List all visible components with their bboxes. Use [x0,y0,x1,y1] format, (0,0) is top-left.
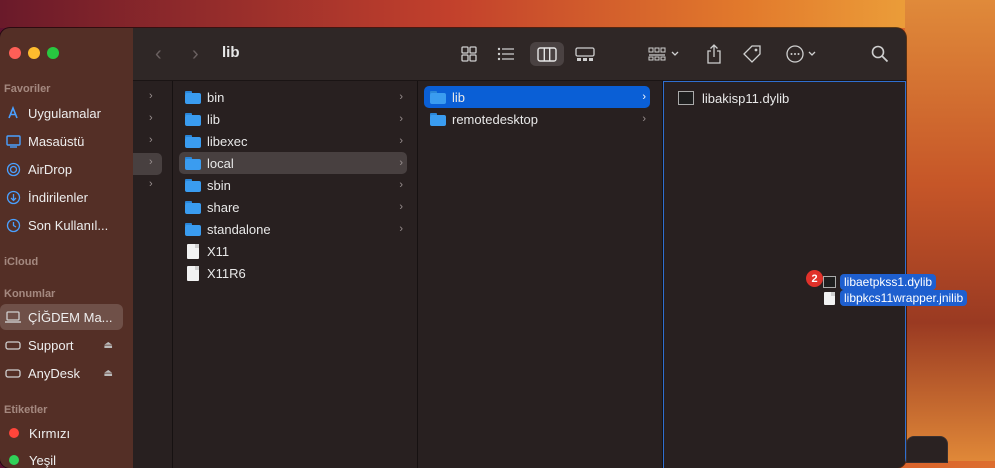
list-item-folder-selected[interactable]: lib › [424,86,650,108]
chevron-right-icon: › [399,223,403,235]
sidebar-item-support[interactable]: Support ⏏ [0,332,123,358]
window-title: lib [222,44,240,61]
sidebar: Favoriler Uygulamalar Masaüstü AirDrop İ… [0,28,133,468]
chevron-right-icon: › [149,178,153,190]
chevron-right-icon: › [642,91,646,103]
downloads-icon [5,189,21,205]
sidebar-section-locations: Konumlar [4,288,56,300]
sidebar-item-computer[interactable]: ÇİĞDEM Ma... [0,304,123,330]
sidebar-tag-green[interactable]: Yeşil [0,447,123,468]
drive-icon [5,365,21,381]
list-view-icon[interactable] [492,42,520,66]
more-actions-icon[interactable] [784,42,822,66]
chevron-right-icon: › [399,157,403,169]
folder-icon [185,222,201,236]
folder-icon [185,112,201,126]
column-view-icon[interactable] [530,42,564,66]
list-item-folder[interactable]: bin › [179,86,407,108]
column-browser: › › › › › bin › lib › libexec › local › sbin… [133,81,906,468]
eject-icon[interactable]: ⏏ [104,368,113,379]
sidebar-item-airdrop[interactable]: AirDrop [0,156,123,182]
laptop-icon [5,309,21,325]
list-item-folder[interactable]: standalone › [179,218,407,240]
list-item-folder[interactable]: share › [179,196,407,218]
folder-icon [185,134,201,148]
folder-icon [185,200,201,214]
chevron-right-icon: › [399,91,403,103]
drag-preview-item: libpkcs11wrapper.jnilib [823,290,968,306]
sidebar-item-applications[interactable]: Uygulamalar [0,100,123,126]
chevron-right-icon: › [642,113,646,125]
sidebar-section-icloud: iCloud [4,256,39,268]
background-window-edge [906,436,948,463]
zoom-window-button[interactable] [47,47,59,59]
green-tag-dot-icon [9,455,19,465]
drive-icon [5,337,21,353]
chevron-right-icon: › [399,135,403,147]
list-item-alias[interactable]: X11R6 [179,262,407,284]
folder-icon [185,178,201,192]
drag-preview-item: libaetpkss1.dylib [823,274,937,290]
alias-file-icon [187,243,199,259]
list-item-alias[interactable]: X11 [179,240,407,262]
back-button[interactable]: ‹ [155,43,162,66]
list-item-folder[interactable]: remotedesktop › [424,108,650,130]
forward-button[interactable]: › [192,43,199,66]
search-icon[interactable] [869,42,891,66]
column-3: lib › remotedesktop › [418,81,663,468]
executable-file-icon [823,276,836,288]
applications-icon [5,105,21,121]
share-icon[interactable] [703,42,725,66]
minimize-window-button[interactable] [28,47,40,59]
recents-icon [5,217,21,233]
sidebar-item-desktop[interactable]: Masaüstü [0,128,123,154]
drag-count-badge: 2 [806,270,823,287]
column-1-selected-row[interactable] [133,153,162,175]
airdrop-icon [5,161,21,177]
desktop-icon [5,133,21,149]
chevron-right-icon: › [149,156,153,168]
alias-file-icon [187,265,199,281]
chevron-right-icon: › [149,112,153,124]
list-item-folder[interactable]: sbin › [179,174,407,196]
tag-icon[interactable] [740,42,764,66]
red-tag-dot-icon [9,428,19,438]
list-item-folder[interactable]: libexec › [179,130,407,152]
folder-icon [185,156,201,170]
column-1[interactable]: › › › › › [133,81,173,468]
sidebar-item-downloads[interactable]: İndirilenler [0,184,123,210]
folder-icon [430,112,446,126]
document-file-icon [824,291,835,305]
eject-icon[interactable]: ⏏ [104,340,113,351]
folder-icon [185,90,201,104]
list-item-folder-selected[interactable]: local › [179,152,407,174]
chevron-right-icon: › [399,113,403,125]
list-item-file[interactable]: libakisp11.dylib [670,87,896,109]
finder-window: Favoriler Uygulamalar Masaüstü AirDrop İ… [0,28,906,468]
sidebar-section-tags: Etiketler [4,404,48,416]
group-by-icon[interactable] [646,42,686,66]
executable-file-icon [678,91,694,105]
folder-icon [430,90,446,104]
close-window-button[interactable] [9,47,21,59]
chevron-right-icon: › [149,134,153,146]
desktop-wallpaper-top [0,0,995,28]
sidebar-tag-red[interactable]: Kırmızı [0,420,123,446]
chevron-right-icon: › [399,201,403,213]
sidebar-item-recents[interactable]: Son Kullanıl... [0,212,123,238]
toolbar: ‹ › lib [133,28,906,81]
list-item-folder[interactable]: lib › [179,108,407,130]
icon-view-icon[interactable] [455,42,483,66]
desktop-wallpaper-right [905,0,995,461]
chevron-right-icon: › [149,90,153,102]
gallery-view-icon[interactable] [571,42,599,66]
column-2: bin › lib › libexec › local › sbin › share › s… [173,81,418,468]
sidebar-section-favorites: Favoriler [4,83,51,95]
chevron-right-icon: › [399,179,403,191]
sidebar-item-anydesk[interactable]: AnyDesk ⏏ [0,360,123,386]
